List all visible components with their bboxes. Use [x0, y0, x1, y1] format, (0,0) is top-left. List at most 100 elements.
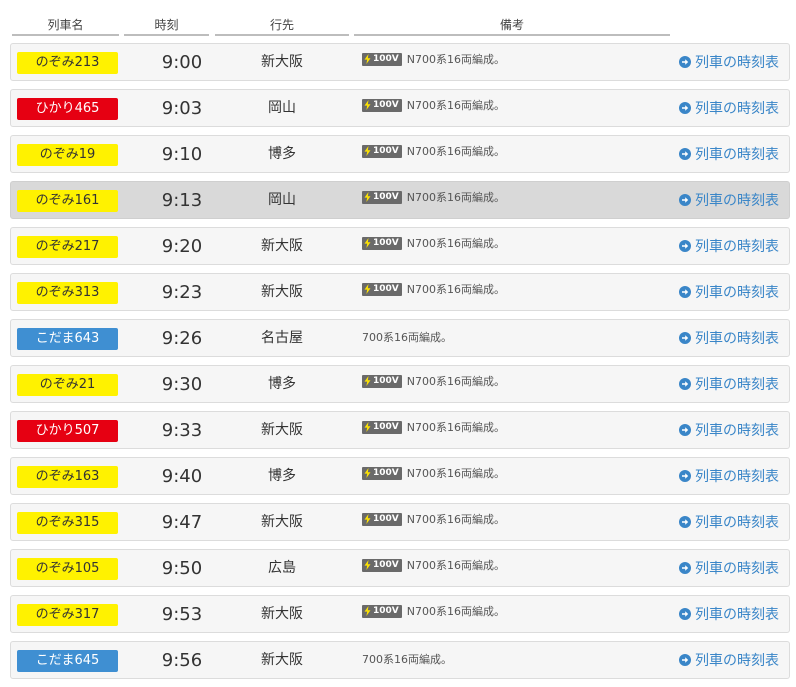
power-outlet-badge: 100V: [362, 98, 402, 112]
remarks: 100V N700系16両編成。: [362, 412, 505, 448]
train-timetable-link[interactable]: 列車の時刻表: [679, 550, 779, 586]
table-row: のぞみ21 9:30 博多 100V N700系16両編成。 列車の時刻表: [10, 365, 790, 403]
table-row: のぞみ317 9:53 新大阪 100V N700系16両編成。 列車の時刻表: [10, 595, 790, 633]
power-outlet-badge: 100V: [362, 512, 402, 526]
circle-arrow-right-icon: [679, 378, 691, 390]
train-timetable-link-label: 列車の時刻表: [695, 101, 779, 117]
power-outlet-badge: 100V: [362, 604, 402, 618]
remarks-text: N700系16両編成。: [406, 99, 505, 112]
train-name-badge: ひかり507: [17, 420, 118, 442]
train-name-badge: のぞみ317: [17, 604, 118, 626]
lightning-bolt-icon: [364, 192, 371, 202]
power-outlet-label: 100V: [373, 100, 399, 110]
remarks-text: N700系16両編成。: [406, 467, 505, 480]
destination: 新大阪: [261, 606, 303, 622]
remarks-text: N700系16両編成。: [406, 191, 505, 204]
circle-arrow-right-icon: [679, 240, 691, 252]
train-timetable-link[interactable]: 列車の時刻表: [679, 228, 779, 264]
header-train-name: 列車名: [12, 14, 119, 36]
table-row: のぞみ19 9:10 博多 100V N700系16両編成。 列車の時刻表: [10, 135, 790, 173]
circle-arrow-right-icon: [679, 608, 691, 620]
table-row: ひかり465 9:03 岡山 100V N700系16両編成。 列車の時刻表: [10, 89, 790, 127]
remarks-text: N700系16両編成。: [406, 605, 505, 618]
circle-arrow-right-icon: [679, 654, 691, 666]
table-row: のぞみ161 9:13 岡山 100V N700系16両編成。 列車の時刻表: [10, 181, 790, 219]
train-name-badge: のぞみ217: [17, 236, 118, 258]
train-timetable-link[interactable]: 列車の時刻表: [679, 274, 779, 310]
train-name-badge: こだま645: [17, 650, 118, 672]
table-row: のぞみ105 9:50 広島 100V N700系16両編成。 列車の時刻表: [10, 549, 790, 587]
train-timetable-link-label: 列車の時刻表: [695, 239, 779, 255]
power-outlet-label: 100V: [373, 422, 399, 432]
header-destination: 行先: [215, 14, 349, 36]
remarks: 100V N700系16両編成。: [362, 228, 505, 264]
power-outlet-label: 100V: [373, 560, 399, 570]
power-outlet-badge: 100V: [362, 190, 402, 204]
destination: 博多: [268, 146, 296, 162]
power-outlet-badge: 100V: [362, 558, 402, 572]
train-timetable-link[interactable]: 列車の時刻表: [679, 182, 779, 218]
circle-arrow-right-icon: [679, 56, 691, 68]
train-timetable-link-label: 列車の時刻表: [695, 653, 779, 669]
lightning-bolt-icon: [364, 100, 371, 110]
circle-arrow-right-icon: [679, 148, 691, 160]
train-timetable-link-label: 列車の時刻表: [695, 55, 779, 71]
power-outlet-label: 100V: [373, 238, 399, 248]
circle-arrow-right-icon: [679, 470, 691, 482]
circle-arrow-right-icon: [679, 562, 691, 574]
train-name-badge: のぞみ313: [17, 282, 118, 304]
train-timetable-link[interactable]: 列車の時刻表: [679, 412, 779, 448]
power-outlet-badge: 100V: [362, 282, 402, 296]
remarks-text: N700系16両編成。: [406, 421, 505, 434]
lightning-bolt-icon: [364, 284, 371, 294]
train-name-badge: のぞみ21: [17, 374, 118, 396]
power-outlet-label: 100V: [373, 54, 399, 64]
remarks: 100V N700系16両編成。: [362, 550, 505, 586]
train-timetable-link-label: 列車の時刻表: [695, 469, 779, 485]
destination: 名古屋: [261, 330, 303, 346]
lightning-bolt-icon: [364, 376, 371, 386]
circle-arrow-right-icon: [679, 516, 691, 528]
train-timetable-link[interactable]: 列車の時刻表: [679, 642, 779, 678]
remarks-text: 700系16両編成。: [362, 653, 452, 666]
destination: 岡山: [268, 192, 296, 208]
destination: 新大阪: [261, 54, 303, 70]
remarks: 100V N700系16両編成。: [362, 366, 505, 402]
train-timetable-link-label: 列車の時刻表: [695, 515, 779, 531]
remarks: 100V N700系16両編成。: [362, 136, 505, 172]
train-timetable-link[interactable]: 列車の時刻表: [679, 366, 779, 402]
train-timetable-link[interactable]: 列車の時刻表: [679, 596, 779, 632]
train-timetable-link[interactable]: 列車の時刻表: [679, 320, 779, 356]
power-outlet-label: 100V: [373, 192, 399, 202]
circle-arrow-right-icon: [679, 194, 691, 206]
remarks: 100V N700系16両編成。: [362, 274, 505, 310]
train-timetable-link[interactable]: 列車の時刻表: [679, 458, 779, 494]
destination: 新大阪: [261, 284, 303, 300]
timetable-rows: のぞみ213 9:00 新大阪 100V N700系16両編成。 列車の時刻表 …: [10, 43, 790, 687]
header-time: 時刻: [124, 14, 209, 36]
train-timetable-link[interactable]: 列車の時刻表: [679, 504, 779, 540]
destination: 新大阪: [261, 514, 303, 530]
power-outlet-badge: 100V: [362, 466, 402, 480]
power-outlet-badge: 100V: [362, 52, 402, 66]
lightning-bolt-icon: [364, 468, 371, 478]
lightning-bolt-icon: [364, 560, 371, 570]
power-outlet-label: 100V: [373, 284, 399, 294]
train-timetable-link[interactable]: 列車の時刻表: [679, 90, 779, 126]
power-outlet-label: 100V: [373, 146, 399, 156]
lightning-bolt-icon: [364, 146, 371, 156]
remarks-text: N700系16両編成。: [406, 53, 505, 66]
train-name-badge: のぞみ213: [17, 52, 118, 74]
train-name-badge: のぞみ105: [17, 558, 118, 580]
train-name-badge: のぞみ161: [17, 190, 118, 212]
train-timetable-link[interactable]: 列車の時刻表: [679, 44, 779, 80]
train-name-badge: のぞみ315: [17, 512, 118, 534]
train-name-badge: のぞみ163: [17, 466, 118, 488]
table-row: のぞみ217 9:20 新大阪 100V N700系16両編成。 列車の時刻表: [10, 227, 790, 265]
train-timetable-link[interactable]: 列車の時刻表: [679, 136, 779, 172]
train-name-badge: ひかり465: [17, 98, 118, 120]
destination: 広島: [268, 560, 296, 576]
power-outlet-label: 100V: [373, 468, 399, 478]
power-outlet-label: 100V: [373, 514, 399, 524]
train-timetable-link-label: 列車の時刻表: [695, 193, 779, 209]
